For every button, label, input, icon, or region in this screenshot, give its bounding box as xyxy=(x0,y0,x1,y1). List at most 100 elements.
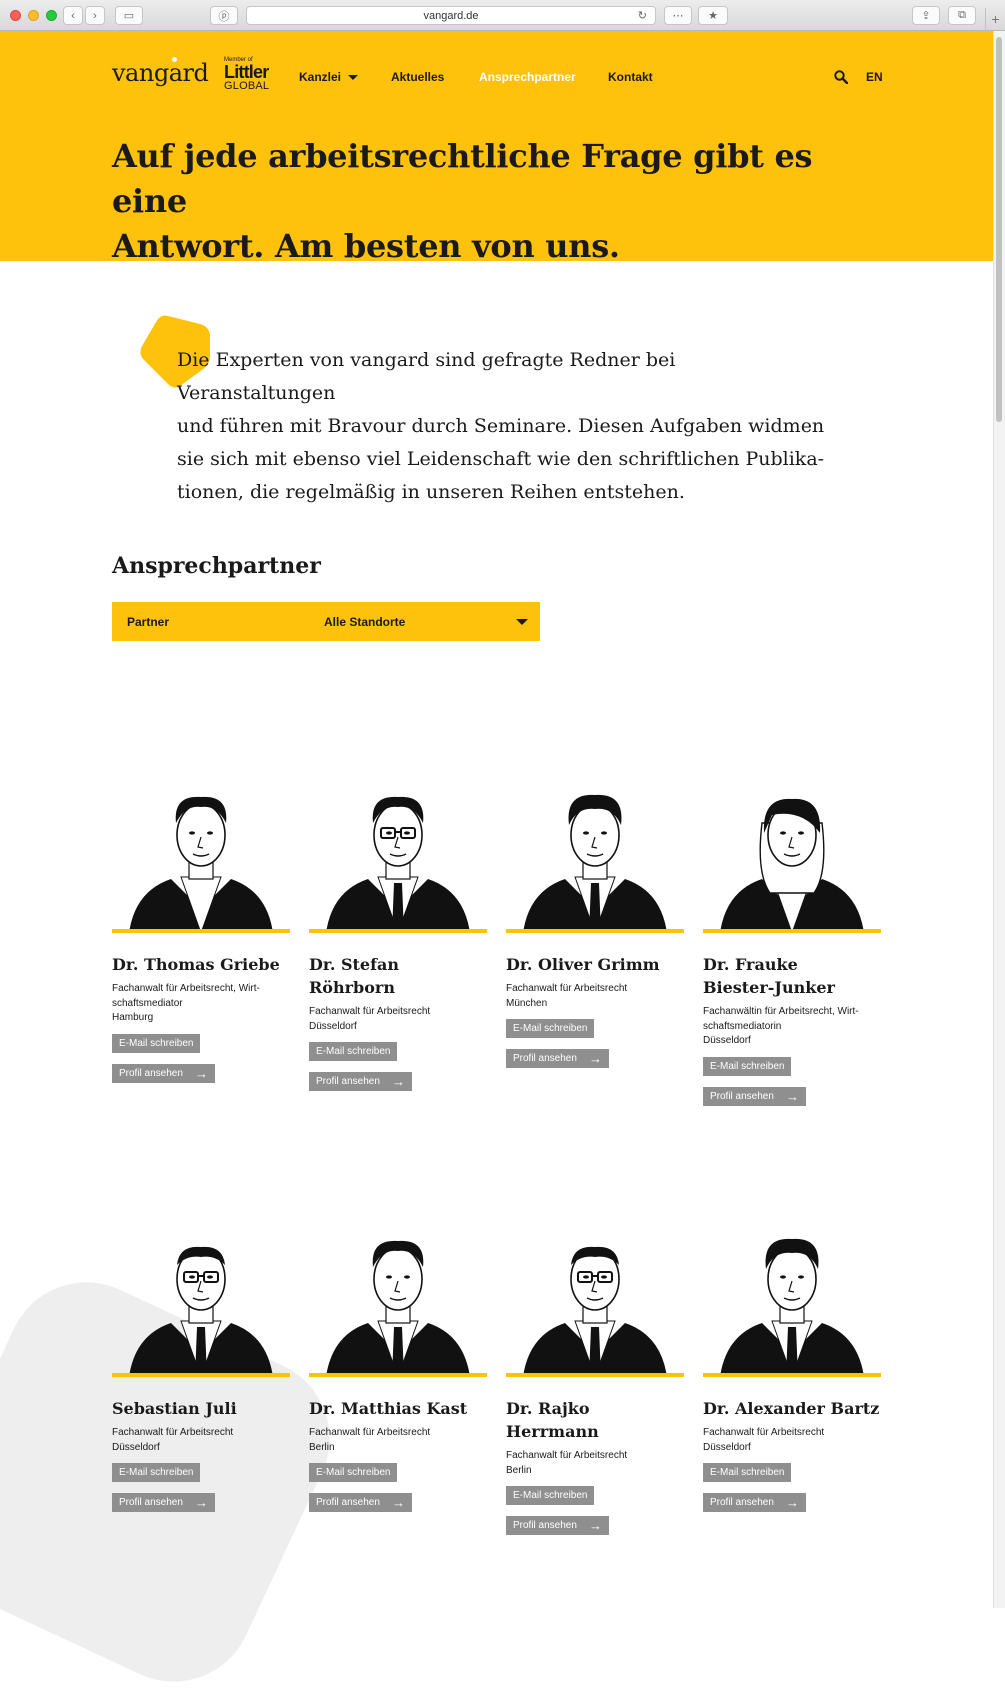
scrollbar-thumb[interactable] xyxy=(996,37,1002,422)
eye-shape xyxy=(601,831,607,835)
site-header: vangard Member of Littler GLOBAL Kanzlei… xyxy=(0,31,993,265)
browser-toolbar: ‹ › ▭ ⓟ vangard.de ↻ ⋯ ★ ⇪ ⧉ + xyxy=(0,0,1005,31)
search-icon[interactable] xyxy=(834,70,848,84)
portrait-illustration[interactable] xyxy=(703,1227,881,1377)
profile-label: Profil ansehen xyxy=(119,1497,183,1508)
person-city: Düsseldorf xyxy=(309,1020,357,1032)
person-city: Berlin xyxy=(309,1441,335,1453)
nav-item-ansprechpartner[interactable]: Ansprechpartner xyxy=(479,70,576,84)
profile-button[interactable]: Profil ansehen → xyxy=(112,1063,215,1083)
intro-text: Die Experten von vangard sind gefragte R… xyxy=(177,344,827,509)
littler-label: Littler xyxy=(224,62,269,82)
profile-button[interactable]: Profil ansehen → xyxy=(703,1086,806,1106)
pinterest-button[interactable]: ⓟ xyxy=(210,6,238,25)
tie-shape xyxy=(195,1327,207,1373)
email-button[interactable]: E-Mail schreiben xyxy=(112,1033,201,1053)
email-button[interactable]: E-Mail schreiben xyxy=(703,1463,792,1482)
role-line: Fachanwalt für Arbeitsrecht xyxy=(309,1427,431,1438)
address-bar[interactable]: vangard.de ↻ xyxy=(246,6,656,25)
profile-button[interactable]: Profil ansehen → xyxy=(112,1493,215,1512)
email-button[interactable]: E-Mail schreiben xyxy=(112,1463,201,1482)
profile-button[interactable]: Profil ansehen → xyxy=(506,1049,609,1068)
tie-shape xyxy=(589,1327,601,1373)
zoom-window-button[interactable] xyxy=(46,10,57,21)
profile-button[interactable]: Profil ansehen → xyxy=(309,1493,412,1512)
person-card: Dr. Rajko Herrmann Fachanwalt für Arbeit… xyxy=(506,1227,684,1535)
tabs-button[interactable]: ⧉ xyxy=(948,6,976,25)
profile-label: Profil ansehen xyxy=(316,1497,380,1508)
language-switch[interactable]: EN xyxy=(866,70,883,84)
person-name[interactable]: Dr. Stefan Röhrborn xyxy=(309,953,487,999)
portrait-illustration[interactable] xyxy=(309,783,487,933)
person-name[interactable]: Dr. Matthias Kast xyxy=(309,1397,487,1420)
profile-label: Profil ansehen xyxy=(316,1076,380,1087)
littler-global-logo[interactable]: Member of Littler GLOBAL xyxy=(224,57,284,93)
intro-line: und führen mit Bravour durch Seminare. D… xyxy=(177,415,825,437)
nav-item-kontakt[interactable]: Kontakt xyxy=(608,70,653,84)
person-city: Düsseldorf xyxy=(112,1441,160,1453)
arrow-right-icon: → xyxy=(195,1065,208,1081)
top-sites-button[interactable]: ⋯ xyxy=(664,6,692,25)
share-button[interactable]: ⇪ xyxy=(912,6,940,25)
logo-dot-icon xyxy=(172,57,177,62)
portrait-illustration[interactable] xyxy=(309,1227,487,1377)
tie-shape xyxy=(392,1327,404,1373)
profile-button[interactable]: Profil ansehen → xyxy=(703,1493,806,1512)
person-city: Hamburg xyxy=(112,1012,154,1023)
person-name[interactable]: Dr. Oliver Grimm xyxy=(506,953,684,976)
email-button[interactable]: E-Mail schreiben xyxy=(309,1042,398,1061)
role-line: Fachanwalt für Arbeitsrecht xyxy=(309,1006,431,1017)
person-name[interactable]: Dr. Rajko Herrmann xyxy=(506,1397,684,1443)
eye-shape xyxy=(583,1275,589,1279)
pinterest-icon: ⓟ xyxy=(218,10,230,23)
forward-button[interactable]: › xyxy=(85,6,105,25)
role-line: schaftsmediatorin xyxy=(703,1020,782,1032)
portrait-illustration[interactable] xyxy=(703,783,881,933)
page-scrollbar[interactable] xyxy=(993,31,1005,1608)
arrow-right-icon: → xyxy=(786,1495,799,1510)
portrait-illustration[interactable] xyxy=(112,783,290,933)
role-line: schaftsmediator xyxy=(112,997,183,1009)
bookmark-button[interactable]: ★ xyxy=(698,6,728,25)
chevron-left-icon: ‹ xyxy=(71,9,75,22)
reload-icon[interactable]: ↻ xyxy=(638,9,647,22)
email-button[interactable]: E-Mail schreiben xyxy=(309,1463,398,1482)
nav-item-aktuelles[interactable]: Aktuelles xyxy=(391,70,444,84)
person-city: Düsseldorf xyxy=(703,1035,751,1046)
partner-location-filter[interactable]: Partner Alle Standorte xyxy=(112,602,540,641)
email-button[interactable]: E-Mail schreiben xyxy=(506,1019,595,1038)
person-role: Fachanwalt für Arbeitsrecht, Wirt-schaft… xyxy=(112,982,290,1026)
back-button[interactable]: ‹ xyxy=(63,6,83,25)
person-name[interactable]: Dr. Thomas Griebe xyxy=(112,953,290,976)
email-button[interactable]: E-Mail schreiben xyxy=(506,1486,595,1505)
arrow-right-icon: → xyxy=(786,1088,799,1104)
portrait-illustration[interactable] xyxy=(506,1227,684,1377)
close-window-button[interactable] xyxy=(10,10,21,21)
nav-item-kanzlei[interactable]: Kanzlei xyxy=(299,70,359,84)
nav-label: Kanzlei xyxy=(299,70,342,84)
tabs-icon: ⧉ xyxy=(958,9,966,21)
profile-button[interactable]: Profil ansehen → xyxy=(506,1516,609,1535)
tie-shape xyxy=(786,1327,798,1373)
profile-button[interactable]: Profil ansehen → xyxy=(309,1072,412,1091)
person-name[interactable]: Dr. Frauke Biester-Junker xyxy=(703,953,881,999)
new-tab-button[interactable]: + xyxy=(985,8,1005,31)
portrait-illustration[interactable] xyxy=(506,783,684,933)
sidebar-button[interactable]: ▭ xyxy=(115,6,143,25)
star-icon: ★ xyxy=(708,10,718,22)
eye-shape xyxy=(404,1275,410,1279)
person-name[interactable]: Dr. Alexander Bartz xyxy=(703,1397,881,1420)
portrait-drawing xyxy=(129,1246,273,1373)
page-title: Auf jede arbeitsrechtliche Frage gibt es… xyxy=(112,134,872,269)
person-card: Sebastian Juli Fachanwalt für Arbeitsrec… xyxy=(112,1227,290,1512)
arrow-right-icon: → xyxy=(589,1051,602,1066)
vangard-logo[interactable]: vangard xyxy=(112,59,209,87)
person-city: Berlin xyxy=(506,1464,532,1476)
minimize-window-button[interactable] xyxy=(28,10,39,21)
email-button[interactable]: E-Mail schreiben xyxy=(703,1056,792,1076)
person-name[interactable]: Sebastian Juli xyxy=(112,1397,290,1420)
role-line: Fachanwalt für Arbeitsrecht xyxy=(506,983,628,994)
grid-icon: ⋯ xyxy=(672,10,684,22)
arrow-right-icon: → xyxy=(589,1518,602,1533)
portrait-illustration[interactable] xyxy=(112,1227,290,1377)
